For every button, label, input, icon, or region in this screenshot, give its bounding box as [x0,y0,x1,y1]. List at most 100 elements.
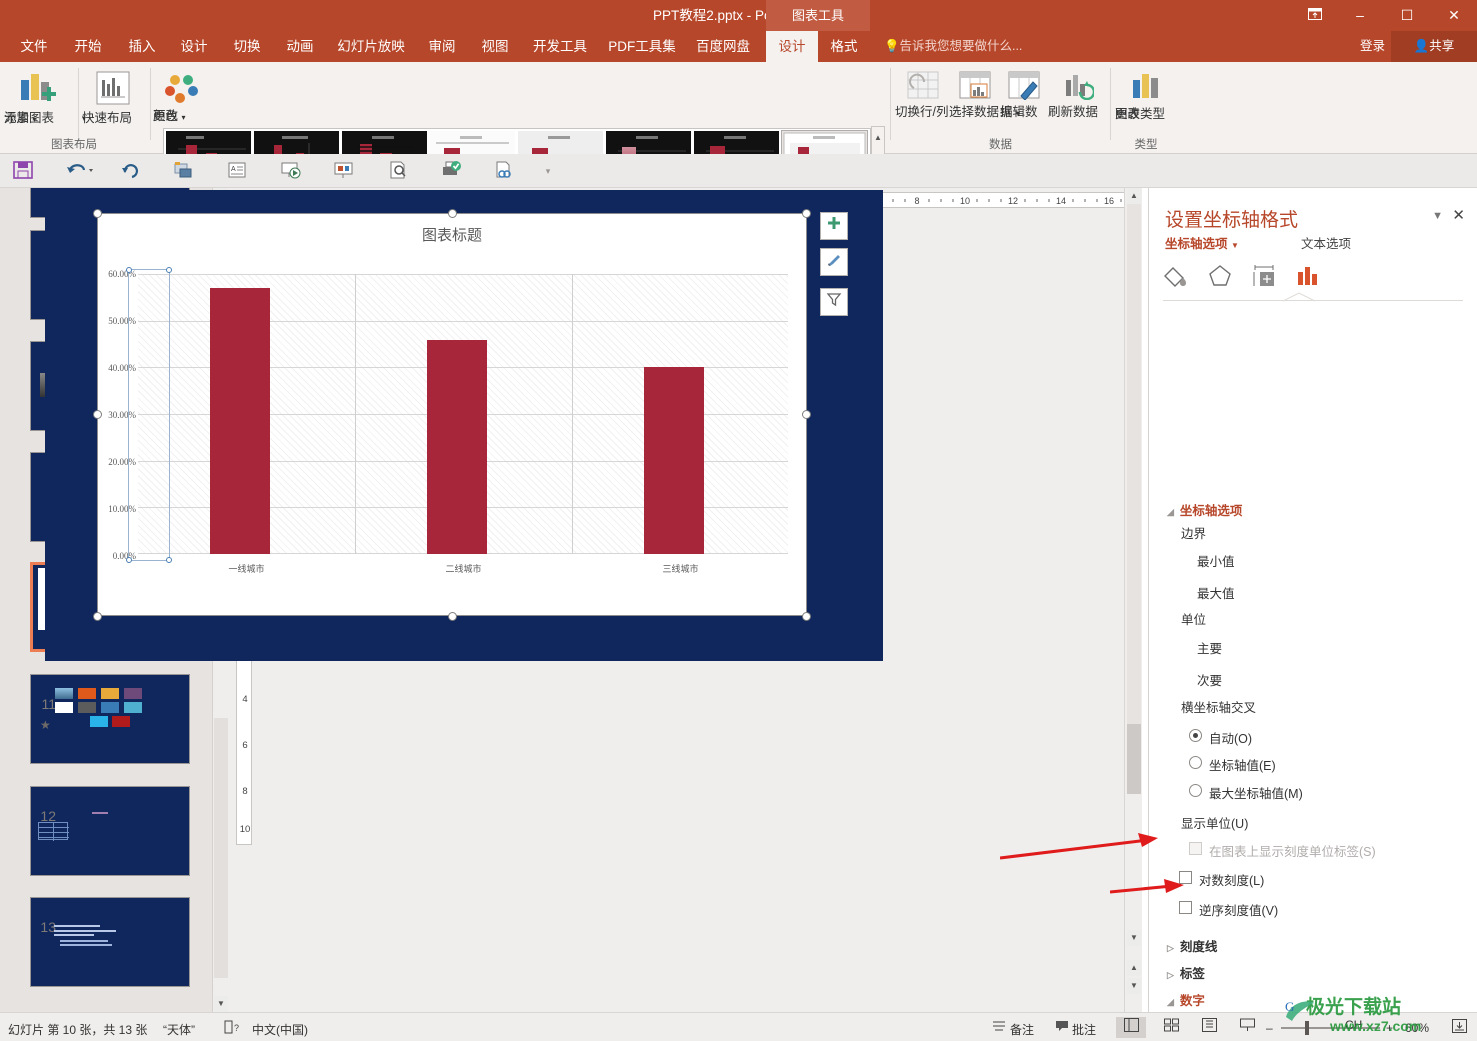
sign-in-link[interactable]: 登录 [1360,31,1385,62]
log-scale-label[interactable]: 对数刻度(L) [1199,870,1264,889]
maximize-button[interactable]: ☐ [1390,2,1424,28]
quick-layout-button[interactable]: 快速布局 ▾ [82,70,144,125]
slide-surface[interactable]: 图表标题 0.00% 10.00% 20.00% 30.00% 40.00% 5… [45,190,883,661]
radio-axis-value[interactable] [1189,756,1202,769]
tell-me-search[interactable]: 💡 告诉我您想要做什么... [884,31,1022,62]
tab-transitions[interactable]: 切换 [223,31,271,62]
format-axis-pane[interactable]: 设置坐标轴格式 ▼ ✕ 坐标轴选项 ▼ 文本选项 ◢ 坐标轴选项 边界 最小值 … [1148,188,1477,1031]
previous-slide-icon[interactable]: ▲ [1127,960,1141,976]
radio-max-axis-value[interactable] [1189,784,1202,797]
selection-handle-mr[interactable] [802,410,811,419]
chart-object[interactable]: 图表标题 0.00% 10.00% 20.00% 30.00% 40.00% 5… [97,213,807,616]
customize-qat-icon[interactable]: ▾ [536,159,560,183]
notes-button[interactable]: 备注 [1010,1021,1034,1038]
present-icon[interactable] [280,159,304,183]
axis-handle-tl[interactable] [126,267,132,273]
selection-handle-bc[interactable] [448,612,457,621]
chart-plot-area[interactable] [138,274,788,554]
axis-handle-br[interactable] [166,557,172,563]
tab-axis-options[interactable]: 坐标轴选项 ▼ [1165,233,1239,252]
fit-slide-icon[interactable] [1452,1019,1467,1036]
slide-sorter-icon[interactable] [1156,1017,1186,1038]
tab-pdf-tools[interactable]: PDF工具集 [600,31,684,62]
reading-view-icon[interactable] [1194,1017,1224,1038]
radio-automatic-label[interactable]: 自动(O) [1209,728,1252,747]
start-presentation-icon[interactable] [172,159,196,183]
list-item[interactable]: 13 [30,897,190,987]
tab-insert[interactable]: 插入 [118,31,166,62]
close-button[interactable]: ✕ [1437,2,1471,28]
chart-title[interactable]: 图表标题 [98,224,806,245]
selection-handle-tc[interactable] [448,209,457,218]
value-axis-selection[interactable] [126,267,172,563]
tab-chart-format[interactable]: 格式 [820,31,868,62]
size-properties-icon[interactable] [1247,262,1281,296]
tab-baidu-netdisk[interactable]: 百度网盘 [688,31,758,62]
slideshow-view-icon[interactable] [1232,1017,1262,1038]
tab-review[interactable]: 审阅 [418,31,466,62]
radio-automatic[interactable] [1189,729,1202,742]
tab-view[interactable]: 视图 [471,31,519,62]
edit-data-button[interactable]: 编辑数 据 ▾ [1000,70,1048,119]
scroll-down-icon[interactable]: ▼ [214,996,228,1012]
normal-view-icon[interactable] [1116,1017,1146,1038]
radio-max-axis-value-label[interactable]: 最大坐标轴值(M) [1209,783,1303,802]
select-data-button[interactable]: 选择数据 [949,70,1001,119]
list-item[interactable]: 12 [30,786,190,876]
accessibility-icon[interactable]: ? [224,1019,240,1038]
section-tick-marks[interactable]: ▷ 刻度线 [1167,936,1217,955]
section-axis-options[interactable]: ◢ 坐标轴选项 [1167,500,1242,519]
selection-handle-tr[interactable] [802,209,811,218]
chart-bar-2[interactable] [427,340,487,554]
next-slide-icon[interactable]: ▼ [1127,978,1141,994]
axis-options-icon[interactable] [1291,262,1325,296]
minimize-button[interactable]: – [1343,2,1377,28]
change-chart-type-button[interactable]: 更改 图表类型 [1115,70,1177,121]
chart-styles-button[interactable] [820,248,848,276]
section-number[interactable]: ◢ 数字 [1167,990,1205,1009]
ribbon-display-options-icon[interactable] [1298,2,1332,28]
list-item[interactable]: 11 ★ [30,674,190,764]
tab-design[interactable]: 设计 [170,31,218,62]
fill-line-icon[interactable] [1159,262,1193,296]
log-scale-checkbox[interactable] [1179,871,1192,884]
section-labels[interactable]: ▷ 标签 [1167,963,1205,982]
add-chart-element-button[interactable]: 添加图表 元素 ▾ [4,70,70,125]
axis-handle-bl[interactable] [126,557,132,563]
tab-home[interactable]: 开始 [64,31,112,62]
tab-developer[interactable]: 开发工具 [525,31,595,62]
comments-button[interactable]: 批注 [1072,1021,1096,1038]
canvas-scroll-down-icon[interactable]: ▼ [1127,930,1141,946]
selection-handle-br[interactable] [802,612,811,621]
share-button[interactable]: 👤共享 [1391,31,1477,62]
theme-name-status[interactable]: “天体” [163,1021,195,1038]
canvas-scrollbar[interactable]: ▲ ▼ ▲ ▼ [1124,188,1142,1012]
change-colors-button[interactable]: 更改 颜色 ▾ [153,74,211,123]
canvas-scroll-track[interactable] [1127,204,1141,724]
quick-print-icon[interactable] [440,159,464,183]
selection-handle-bl[interactable] [93,612,102,621]
switch-row-column-button[interactable]: 切换行/列 [895,70,951,119]
axis-handle-tr[interactable] [166,267,172,273]
chart-elements-button[interactable] [820,212,848,240]
thumbnail-scroll-track[interactable] [214,718,228,978]
redo-icon[interactable] [120,159,144,183]
slideshow-icon[interactable] [333,159,357,183]
gallery-scroll-up-icon[interactable]: ▲ [872,127,884,148]
selection-handle-ml[interactable] [93,410,102,419]
chart-bar-1[interactable] [210,288,270,554]
close-icon[interactable]: ✕ [1452,206,1465,224]
reverse-order-label[interactable]: 逆序刻度值(V) [1199,900,1278,919]
tab-file[interactable]: 文件 [10,31,58,62]
tab-text-options[interactable]: 文本选项 [1301,233,1351,252]
tab-animations[interactable]: 动画 [276,31,324,62]
refresh-data-button[interactable]: 刷新数据 [1048,70,1106,119]
tab-slideshow[interactable]: 幻灯片放映 [330,31,412,62]
tab-chart-design[interactable]: 设计 [766,31,818,62]
canvas-scroll-thumb[interactable] [1127,724,1141,794]
slide-number-status[interactable]: 幻灯片 第 10 张，共 13 张 [8,1021,147,1038]
save-icon[interactable] [12,159,36,183]
chevron-down-icon[interactable]: ▼ [1432,210,1443,222]
notes-icon[interactable] [992,1019,1006,1036]
canvas-scroll-up-icon[interactable]: ▲ [1127,188,1141,204]
